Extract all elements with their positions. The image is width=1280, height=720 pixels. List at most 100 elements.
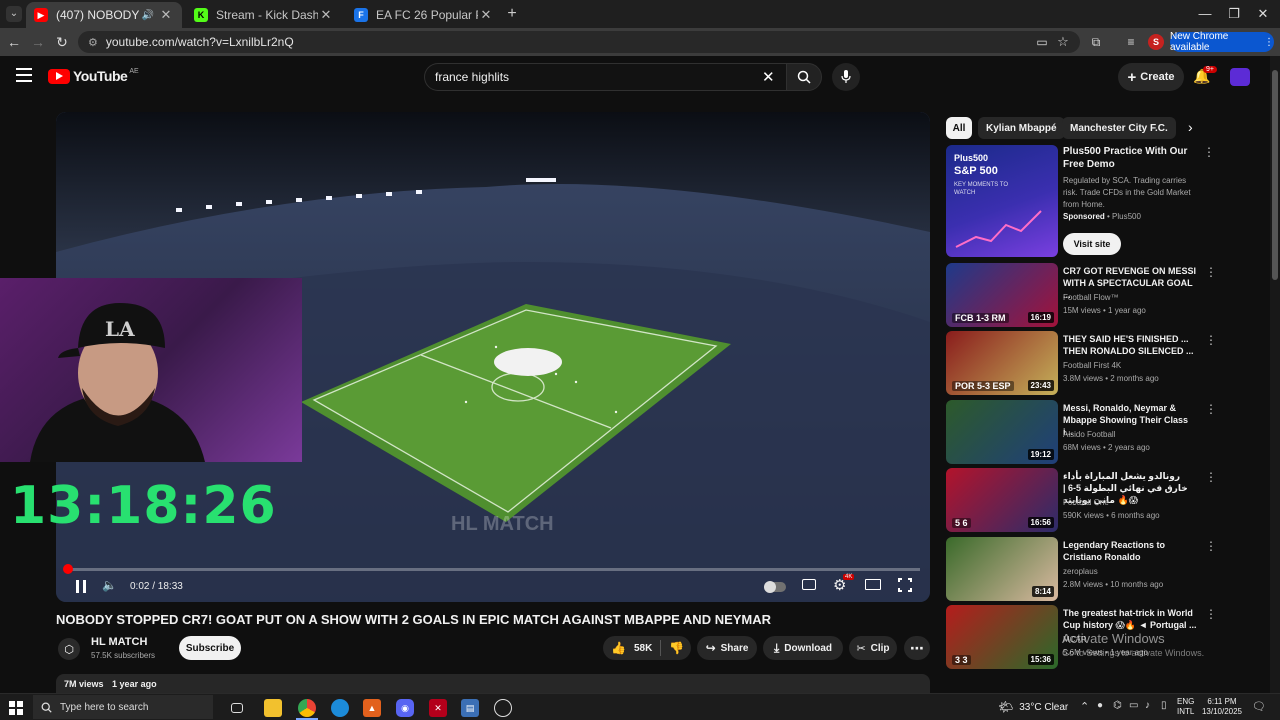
restore-icon[interactable]: ❐ [1219, 4, 1249, 24]
video-title[interactable]: The greatest hat-trick in World Cup hist… [1063, 607, 1199, 631]
progress-bar-track[interactable] [66, 568, 920, 571]
channel-name[interactable]: HL MATCH [91, 636, 147, 648]
tab-search-button[interactable]: ⌄ [6, 6, 22, 22]
close-tab-icon[interactable]: ✕ [478, 7, 494, 23]
video-menu-icon[interactable]: ⋮ [1205, 607, 1217, 621]
tray-display-icon[interactable]: ▭ [1129, 700, 1138, 711]
scrollbar-thumb[interactable] [1272, 70, 1278, 280]
file-explorer-icon[interactable] [264, 699, 282, 717]
new-tab-icon[interactable]: + [504, 5, 520, 23]
discord-icon[interactable]: ◉ [396, 699, 414, 717]
create-button[interactable]: + Create [1118, 63, 1184, 91]
tray-speaker-icon[interactable]: ♪ [1145, 700, 1150, 711]
channel-name[interactable]: zeroplaus [1063, 567, 1098, 576]
chip-kylian-mbappe[interactable]: Kylian Mbappé [978, 117, 1065, 139]
reload-icon[interactable]: ↻ [52, 32, 72, 52]
recommended-video[interactable]: POR 5-3 ESP 23:43 THEY SAID HE'S FINISHED … [946, 331, 1270, 395]
tray-network-icon[interactable]: ⌬ [1113, 700, 1122, 711]
recommended-video[interactable]: 19:12 Messi, Ronaldo, Neymar & Mbappe Sho… [946, 400, 1270, 464]
minimize-icon[interactable]: — [1190, 4, 1220, 24]
recommended-video[interactable]: FCB 1-3 RM 16:19 CR7 GOT REVENGE ON MESSI … [946, 263, 1270, 327]
chip-manchester-city[interactable]: Manchester City F.C. [1062, 117, 1176, 139]
profile-avatar[interactable]: S [1148, 34, 1164, 50]
edge-icon[interactable] [331, 699, 349, 717]
download-button[interactable]: ⤓ Download [763, 636, 843, 660]
address-bar[interactable]: ⚙ youtube.com/watch?v=LxnilbLr2nQ [78, 31, 1080, 53]
bookmark-star-icon[interactable]: ☆ [1053, 32, 1073, 52]
app-window-icon[interactable]: ▤ [461, 699, 479, 717]
subtitles-icon[interactable] [802, 579, 816, 590]
video-menu-icon[interactable]: ⋮ [1205, 402, 1217, 416]
taskbar-clock[interactable]: 6:11 PM 13/10/2025 [1200, 697, 1244, 717]
share-button[interactable]: ↪ Share [697, 636, 757, 660]
description-box[interactable]: 7M views 1 year ago [56, 674, 930, 693]
tray-battery-icon[interactable]: ▯ [1161, 700, 1167, 711]
autoplay-toggle[interactable] [764, 581, 786, 593]
video-thumbnail[interactable]: 8:14 [946, 537, 1058, 601]
channel-name[interactable]: Football One [1063, 498, 1109, 507]
video-thumbnail[interactable]: 5 6 16:56 [946, 468, 1058, 532]
tab-futbin[interactable]: F EA FC 26 Popular Players | FUTBIN ✕ [346, 2, 502, 28]
back-icon[interactable]: ← [4, 32, 24, 52]
sponsored-ad[interactable]: Plus500 S&P 500 KEY MOMENTS TO WATCH Plu… [946, 145, 1270, 257]
video-thumbnail[interactable]: 19:12 [946, 400, 1058, 464]
weather-widget[interactable]: 🌤 33°C Clear [998, 700, 1068, 714]
video-thumbnail[interactable]: 3 3 15:36 [946, 605, 1058, 669]
ad-title[interactable]: Plus500 Practice With Our Free Demo [1063, 145, 1203, 171]
search-input[interactable]: france highlits [424, 63, 786, 91]
task-view-icon[interactable] [231, 703, 243, 713]
new-chrome-available-button[interactable]: New Chrome available ⋮ [1170, 31, 1274, 53]
windows-start-icon[interactable] [7, 699, 25, 717]
hamburger-menu-icon[interactable] [16, 68, 32, 82]
language-indicator[interactable]: ENG INTL [1177, 697, 1194, 717]
video-menu-icon[interactable]: ⋮ [1205, 539, 1217, 553]
close-tab-icon[interactable]: ✕ [318, 7, 334, 23]
forward-icon[interactable]: → [28, 32, 48, 52]
app-red-icon[interactable]: ✕ [429, 699, 447, 717]
channel-name[interactable]: Football First 4K [1063, 361, 1121, 370]
video-title[interactable]: Legendary Reactions to Cristiano Ronaldo [1063, 539, 1199, 563]
channel-name[interactable]: Alsido Football [1063, 430, 1115, 439]
reading-list-icon[interactable]: ≡ [1121, 32, 1141, 52]
notification-center-icon[interactable]: 🗨 [1252, 700, 1266, 713]
volume-icon[interactable]: 🔈 [102, 578, 117, 592]
site-info-icon[interactable]: ⚙ [88, 36, 98, 49]
recommended-video[interactable]: 8:14 Legendary Reactions to Cristiano Ron… [946, 537, 1270, 601]
like-button[interactable]: 👍 58K [611, 641, 652, 655]
close-tab-icon[interactable]: ✕ [158, 7, 174, 23]
search-button[interactable] [786, 63, 822, 91]
progress-scrubber-handle[interactable] [63, 564, 73, 574]
video-title[interactable]: THEY SAID HE'S FINISHED ... THEN RONALDO… [1063, 333, 1199, 357]
cast-icon[interactable]: ▭ [1032, 32, 1052, 52]
chip-next-chevron-icon[interactable]: › [1188, 119, 1193, 135]
ad-menu-icon[interactable]: ⋮ [1203, 145, 1215, 159]
close-window-icon[interactable]: ✕ [1248, 4, 1278, 24]
subscribe-button[interactable]: Subscribe [179, 636, 241, 660]
fullscreen-icon[interactable] [898, 578, 912, 592]
app-orange-icon[interactable]: ▲ [363, 699, 381, 717]
pause-button[interactable] [74, 580, 88, 594]
tray-chevron-icon[interactable]: ⌃ [1080, 700, 1089, 713]
extensions-icon[interactable]: ⧉ [1086, 32, 1106, 52]
thumbs-down-icon[interactable]: 👎 [669, 641, 684, 655]
youtube-logo[interactable]: YouTube AE [48, 68, 139, 84]
theater-mode-icon[interactable] [865, 579, 881, 590]
account-avatar[interactable] [1230, 68, 1250, 86]
chip-all[interactable]: All [946, 117, 972, 139]
page-scrollbar[interactable] [1270, 56, 1280, 693]
channel-name[interactable]: Football Flow™ [1063, 293, 1119, 302]
video-menu-icon[interactable]: ⋮ [1205, 470, 1217, 484]
voice-search-button[interactable] [832, 63, 860, 91]
chrome-icon[interactable] [298, 699, 316, 717]
recommended-video[interactable]: 5 6 16:56 رونالدو يشعل المباراة بأداء خارق… [946, 468, 1270, 532]
ad-thumbnail[interactable]: Plus500 S&P 500 KEY MOMENTS TO WATCH [946, 145, 1058, 257]
clip-button[interactable]: ✂ Clip [849, 636, 897, 660]
tab-youtube[interactable]: ▶ (407) NOBODY STOPPED CR7! 🔊 ✕ [26, 2, 182, 28]
video-menu-icon[interactable]: ⋮ [1205, 333, 1217, 347]
obs-icon[interactable] [494, 699, 512, 717]
video-thumbnail[interactable]: FCB 1-3 RM 16:19 [946, 263, 1058, 327]
channel-avatar[interactable]: ⬡ [58, 638, 80, 660]
more-actions-button[interactable]: ⋯ [904, 636, 930, 660]
video-menu-icon[interactable]: ⋮ [1205, 265, 1217, 279]
clear-search-icon[interactable]: ✕ [762, 68, 775, 86]
